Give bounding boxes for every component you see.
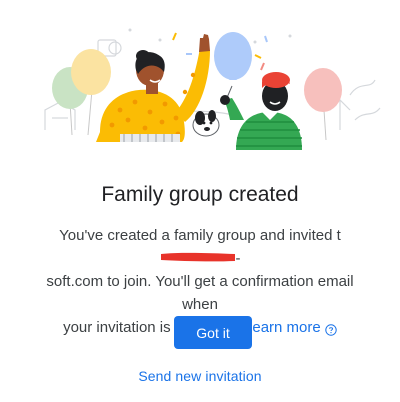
- dialog-title: Family group created: [101, 183, 299, 206]
- message-line1-prefix: You've created a family group and invite…: [59, 227, 341, 244]
- message-line1-suffix: -: [235, 250, 241, 267]
- learn-more-link[interactable]: Learn more: [244, 319, 321, 336]
- learn-more-label: Learn more: [244, 319, 321, 336]
- redacted-email: [160, 251, 236, 263]
- help-circle-icon[interactable]: [325, 320, 337, 336]
- got-it-button[interactable]: Got it: [174, 316, 252, 349]
- family-group-dialog: Family group created You've created a fa…: [0, 0, 400, 402]
- send-new-invitation-link[interactable]: Send new invitation: [0, 368, 400, 384]
- family-celebration-illustration: [44, 28, 381, 150]
- message-line2: soft.com to join. You'll get a confirmat…: [46, 273, 354, 313]
